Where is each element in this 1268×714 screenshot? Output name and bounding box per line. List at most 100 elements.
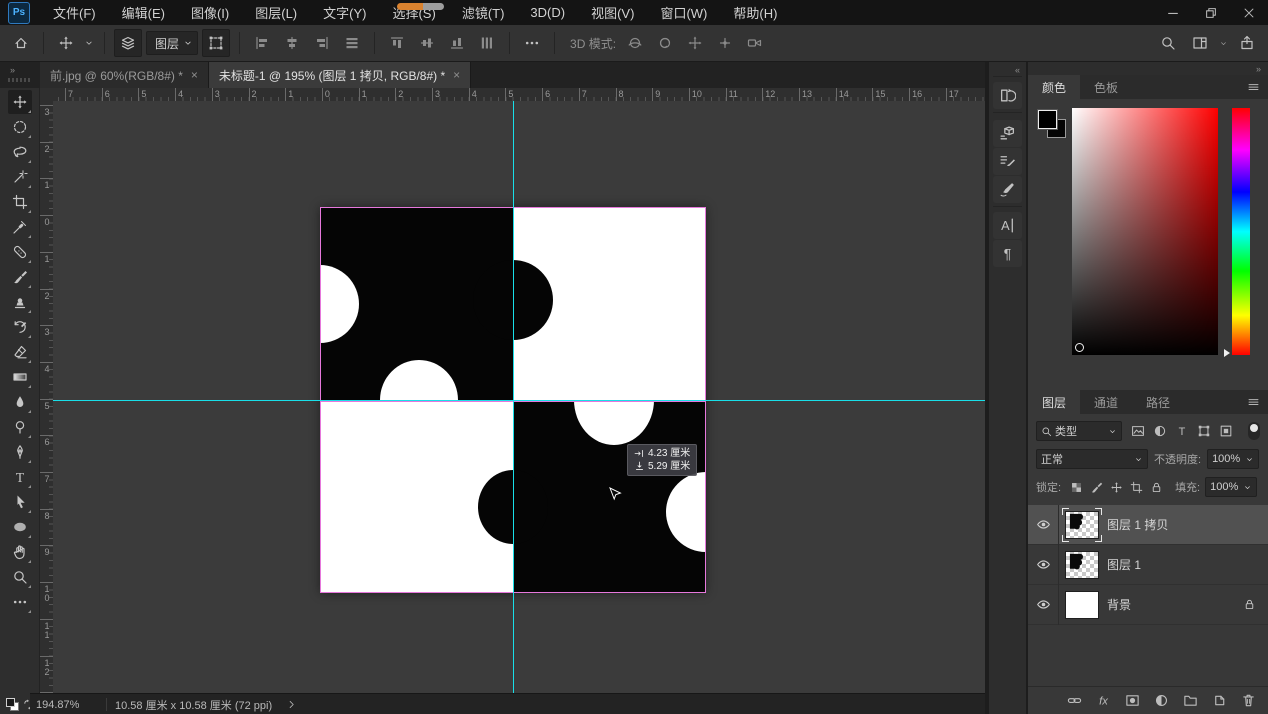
lock-move-s-button[interactable]: [1106, 477, 1126, 497]
image-filter-button[interactable]: [1127, 421, 1149, 441]
lock-lock-button[interactable]: [1146, 477, 1166, 497]
layers-panel-tab-3[interactable]: 路径: [1132, 390, 1184, 414]
move-tool[interactable]: [8, 90, 32, 114]
paragraph-panel-button[interactable]: ¶: [993, 240, 1022, 267]
document-tab-1[interactable]: 前.jpg @ 60%(RGB/8#) *×: [40, 62, 209, 88]
3d-camera-button[interactable]: [742, 30, 768, 56]
align-center-button[interactable]: [279, 30, 305, 56]
status-options-icon[interactable]: [286, 699, 297, 710]
opacity-field[interactable]: 100%: [1207, 449, 1259, 469]
align-right-button[interactable]: [309, 30, 335, 56]
layer-thumbnail[interactable]: [1065, 511, 1099, 539]
vertical-guide[interactable]: [513, 101, 514, 693]
menu-item-8[interactable]: 3D(D): [517, 0, 578, 25]
stamp-tool[interactable]: [8, 290, 32, 314]
layer-filter-toggle[interactable]: [1248, 422, 1260, 440]
workspace-switcher-button[interactable]: [1187, 30, 1213, 56]
path-select-tool[interactable]: [8, 490, 32, 514]
restore-icon[interactable]: [1192, 0, 1230, 25]
eyedropper-tool[interactable]: [8, 215, 32, 239]
menu-item-7[interactable]: 滤镜(T): [449, 0, 518, 25]
smart-filter-button[interactable]: [1215, 421, 1237, 441]
layers-panel-menu-icon[interactable]: [1247, 390, 1268, 414]
home-button[interactable]: [8, 30, 34, 56]
menu-item-4[interactable]: 图层(L): [242, 0, 310, 25]
layer-thumbnail[interactable]: [1065, 591, 1099, 619]
adjust-new-button[interactable]: [1151, 691, 1171, 711]
brush-tool[interactable]: [8, 265, 32, 289]
document-tab-2[interactable]: 未标题-1 @ 195% (图层 1 拷贝, RGB/8#) *×: [209, 62, 471, 88]
lock-frame-s-button[interactable]: [1126, 477, 1146, 497]
menu-item-5[interactable]: 文字(Y): [310, 0, 379, 25]
layer-thumbnail[interactable]: [1065, 551, 1099, 579]
shape-tool[interactable]: [8, 515, 32, 539]
horizontal-guide[interactable]: [53, 400, 985, 401]
dodge-tool[interactable]: [8, 415, 32, 439]
close-icon[interactable]: [1230, 0, 1268, 25]
share-button[interactable]: [1234, 30, 1260, 56]
dock-expand-icon[interactable]: «: [1015, 65, 1021, 75]
color-field-cursor[interactable]: [1075, 343, 1084, 352]
ruler-origin[interactable]: [40, 88, 54, 102]
wand-tool[interactable]: [8, 165, 32, 189]
properties-panel-button[interactable]: [993, 120, 1022, 147]
move-tool-preset[interactable]: [53, 30, 79, 56]
blend-mode-select[interactable]: 正常: [1036, 449, 1148, 469]
folder-button[interactable]: [1180, 691, 1200, 711]
lock-brush-s-button[interactable]: [1086, 477, 1106, 497]
3d-pan-button[interactable]: [682, 30, 708, 56]
foreground-color-well[interactable]: [1038, 110, 1057, 129]
layers-panel-tab-2[interactable]: 通道: [1080, 390, 1132, 414]
menu-item-11[interactable]: 帮助(H): [720, 0, 790, 25]
color-panel-tab-2[interactable]: 色板: [1080, 75, 1132, 99]
menu-item-10[interactable]: 窗口(W): [647, 0, 720, 25]
layer-row-1[interactable]: 图层 1 拷贝: [1028, 505, 1268, 545]
panels-collapse-icon[interactable]: »: [1256, 64, 1262, 74]
trash-button[interactable]: [1238, 691, 1258, 711]
brushes-panel-button[interactable]: [993, 176, 1022, 203]
search-button[interactable]: [1155, 30, 1181, 56]
saturation-brightness-field[interactable]: [1072, 108, 1218, 355]
color-panel-menu-icon[interactable]: [1247, 75, 1268, 99]
marquee-tool[interactable]: [8, 115, 32, 139]
character-panel-button[interactable]: A: [993, 212, 1022, 239]
move-tool-preset-chevron-icon[interactable]: [83, 30, 95, 56]
hue-ramp-pointer[interactable]: [1224, 349, 1230, 357]
dist-v-button[interactable]: [474, 30, 500, 56]
history-panel-button[interactable]: [993, 82, 1022, 109]
3d-slide-button[interactable]: [712, 30, 738, 56]
zoom-level-field[interactable]: 194.87%: [36, 699, 98, 711]
auto-select-target-dropdown[interactable]: 图层: [146, 31, 198, 55]
eraser-tool[interactable]: [8, 340, 32, 364]
menu-item-9[interactable]: 视图(V): [578, 0, 647, 25]
pen-tool[interactable]: [8, 440, 32, 464]
layers-panel-tab-1[interactable]: 图层: [1028, 390, 1080, 414]
document-viewport[interactable]: 4.23 厘米 5.29 厘米: [53, 101, 985, 693]
auto-select-toggle[interactable]: [114, 29, 142, 57]
layer-visibility-toggle[interactable]: [1028, 585, 1059, 625]
hand-tool[interactable]: [8, 540, 32, 564]
color-panel-tab-1[interactable]: 颜色: [1028, 75, 1080, 99]
document-info[interactable]: 10.58 厘米 x 10.58 厘米 (72 ppi): [115, 697, 272, 713]
healing-tool[interactable]: [8, 240, 32, 264]
crop-tool[interactable]: [8, 190, 32, 214]
toolbar-collapse-icon[interactable]: »: [10, 65, 16, 75]
fx-button[interactable]: fx: [1093, 691, 1113, 711]
zoom-tool[interactable]: [8, 565, 32, 589]
dist-h-button[interactable]: [339, 30, 365, 56]
layer-row-3[interactable]: 背景: [1028, 585, 1268, 625]
menu-item-1[interactable]: 文件(F): [40, 0, 109, 25]
minimize-icon[interactable]: [1154, 0, 1192, 25]
layer-filter-type-select[interactable]: 类型: [1036, 421, 1122, 441]
close-tab-icon[interactable]: ×: [191, 68, 198, 82]
history-brush-tool[interactable]: [8, 315, 32, 339]
more-align-options-button[interactable]: [519, 30, 545, 56]
gradient-tool[interactable]: [8, 365, 32, 389]
shape-filter-button[interactable]: [1193, 421, 1215, 441]
adjustment-filter-button[interactable]: [1149, 421, 1171, 441]
vertical-ruler[interactable]: 321012345678910111213: [40, 101, 54, 693]
3d-orbit-button[interactable]: [622, 30, 648, 56]
type-filter-button[interactable]: T: [1171, 421, 1193, 441]
type-tool[interactable]: T: [8, 465, 32, 489]
3d-roll-button[interactable]: [652, 30, 678, 56]
